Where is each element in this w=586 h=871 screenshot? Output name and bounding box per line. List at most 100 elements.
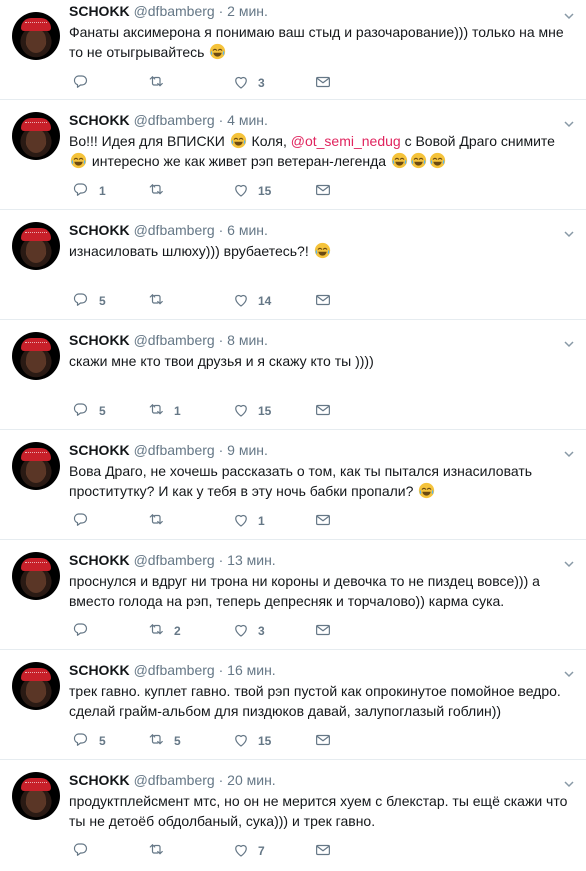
direct-message-button[interactable] [314, 731, 332, 751]
author-name[interactable]: SCHOKK [69, 662, 130, 678]
chevron-down-icon[interactable] [564, 666, 574, 678]
like-count: 15 [258, 404, 272, 418]
like-button[interactable]: 15 [232, 401, 271, 421]
tweet-actions: 5 5 15 [69, 731, 339, 751]
reply-button[interactable]: 5 [73, 291, 106, 311]
author-name[interactable]: SCHOKK [69, 772, 130, 788]
reply-button[interactable] [73, 621, 99, 641]
tweet-timestamp[interactable]: 4 мин. [227, 112, 268, 128]
like-button[interactable]: 14 [232, 291, 271, 311]
author-handle[interactable]: @dfbamberg [134, 772, 215, 788]
retweet-button[interactable] [148, 73, 174, 93]
retweet-button[interactable] [148, 841, 174, 861]
heart-icon [232, 511, 250, 532]
like-button[interactable]: 3 [232, 621, 265, 641]
reply-button[interactable] [73, 511, 99, 531]
tweet-timestamp[interactable]: 9 мин. [227, 442, 268, 458]
avatar-bandana [21, 118, 51, 131]
tweet-timestamp[interactable]: 2 мин. [227, 3, 268, 19]
retweet-icon [148, 731, 166, 752]
like-button[interactable]: 3 [232, 73, 265, 93]
avatar[interactable] [12, 662, 60, 710]
tweet-header: SCHOKK @dfbamberg · 20 мин. [69, 771, 276, 789]
reply-button[interactable]: 1 [73, 181, 106, 201]
chevron-down-icon[interactable] [564, 446, 574, 458]
chevron-down-icon[interactable] [564, 336, 574, 348]
tweet-header: SCHOKK @dfbamberg · 4 мин. [69, 111, 268, 129]
direct-message-button[interactable] [314, 621, 332, 641]
reply-button[interactable] [73, 73, 99, 93]
avatar-face [26, 239, 46, 263]
retweet-button[interactable]: 1 [148, 401, 181, 421]
direct-message-icon [314, 841, 332, 862]
retweet-button[interactable] [148, 511, 174, 531]
author-name[interactable]: SCHOKK [69, 442, 130, 458]
direct-message-button[interactable] [314, 841, 332, 861]
tweet-timestamp[interactable]: 6 мин. [227, 222, 268, 238]
direct-message-button[interactable] [314, 181, 332, 201]
avatar-bandana [21, 18, 51, 31]
author-name[interactable]: SCHOKK [69, 3, 130, 19]
author-handle[interactable]: @dfbamberg [134, 442, 215, 458]
avatar[interactable] [12, 112, 60, 160]
author-name[interactable]: SCHOKK [69, 112, 130, 128]
tweet-text-segment: скажи мне кто твои друзья и я скажу кто … [69, 353, 374, 369]
chevron-down-icon[interactable] [564, 556, 574, 568]
author-name[interactable]: SCHOKK [69, 332, 130, 348]
like-count: 14 [258, 294, 272, 308]
direct-message-button[interactable] [314, 401, 332, 421]
tweet: SCHOKK @dfbamberg · 16 мин. трек гавно. к… [0, 650, 586, 760]
direct-message-icon [314, 621, 332, 642]
face-with-tears-of-joy-emoji [417, 482, 436, 499]
reply-button[interactable]: 5 [73, 401, 106, 421]
retweet-button[interactable] [148, 181, 174, 201]
tweet-timestamp[interactable]: 20 мин. [227, 772, 276, 788]
author-handle[interactable]: @dfbamberg [134, 3, 215, 19]
mention-link[interactable]: @ot_semi_nedug [291, 133, 401, 149]
tweet-text-segment: трек гавно. куплет гавно. твой рэп пусто… [69, 683, 561, 719]
direct-message-button[interactable] [314, 73, 332, 93]
retweet-icon [148, 181, 166, 202]
like-button[interactable]: 1 [232, 511, 265, 531]
separator-dot: · [214, 552, 228, 568]
chevron-down-icon[interactable] [564, 776, 574, 788]
retweet-button[interactable]: 5 [148, 731, 181, 751]
separator-dot: · [214, 772, 228, 788]
chevron-down-icon[interactable] [564, 8, 574, 20]
avatar[interactable] [12, 222, 60, 270]
chevron-down-icon[interactable] [564, 116, 574, 128]
author-name[interactable]: SCHOKK [69, 552, 130, 568]
author-handle[interactable]: @dfbamberg [134, 332, 215, 348]
tweet-header: SCHOKK @dfbamberg · 2 мин. [69, 2, 268, 20]
tweet-timestamp[interactable]: 13 мин. [227, 552, 276, 568]
retweet-icon [148, 401, 166, 422]
reply-button[interactable] [73, 841, 99, 861]
avatar[interactable] [12, 442, 60, 490]
reply-button[interactable]: 5 [73, 731, 106, 751]
direct-message-button[interactable] [314, 511, 332, 531]
tweet-text-segment: Коля, [247, 133, 291, 149]
tweet-timestamp[interactable]: 16 мин. [227, 662, 276, 678]
like-button[interactable]: 15 [232, 181, 271, 201]
tweet-actions: 23 [69, 621, 339, 641]
retweet-button[interactable]: 2 [148, 621, 181, 641]
like-button[interactable]: 7 [232, 841, 265, 861]
author-handle[interactable]: @dfbamberg [134, 222, 215, 238]
tweet-timestamp[interactable]: 8 мин. [227, 332, 268, 348]
tweet-text-segment: интересно же как живет рэп ветеран-леген… [88, 153, 390, 169]
direct-message-button[interactable] [314, 291, 332, 311]
avatar[interactable] [12, 332, 60, 380]
author-handle[interactable]: @dfbamberg [134, 662, 215, 678]
retweet-button[interactable] [148, 291, 174, 311]
retweet-count: 5 [174, 734, 181, 748]
author-handle[interactable]: @dfbamberg [134, 112, 215, 128]
separator-dot: · [214, 332, 228, 348]
avatar[interactable] [12, 12, 60, 60]
chevron-down-icon[interactable] [564, 226, 574, 238]
author-name[interactable]: SCHOKK [69, 222, 130, 238]
avatar[interactable] [12, 552, 60, 600]
avatar[interactable] [12, 772, 60, 820]
like-button[interactable]: 15 [232, 731, 271, 751]
author-handle[interactable]: @dfbamberg [134, 552, 215, 568]
like-count: 15 [258, 734, 272, 748]
